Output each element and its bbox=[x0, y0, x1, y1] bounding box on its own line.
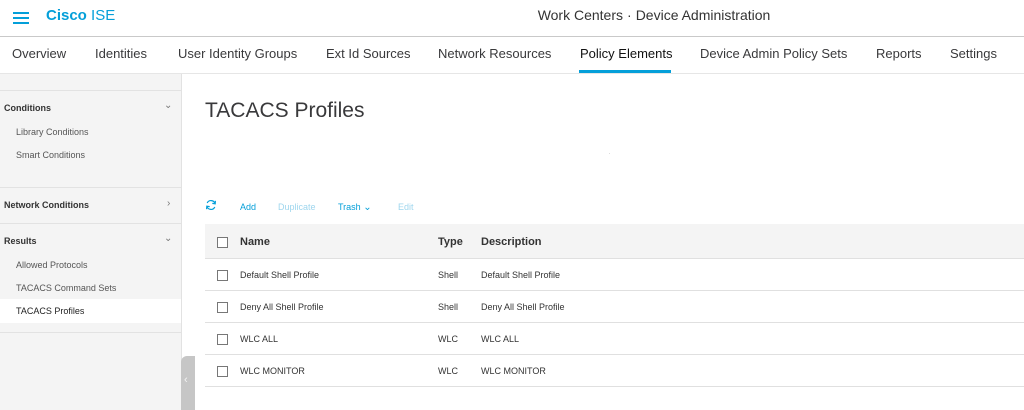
sidebar-item-tacacs-command-sets[interactable]: TACACS Command Sets bbox=[16, 283, 116, 293]
row-divider bbox=[205, 354, 1024, 355]
tab-identities[interactable]: Identities bbox=[95, 46, 147, 61]
add-button[interactable]: Add bbox=[240, 202, 256, 212]
trash-label: Trash bbox=[338, 202, 361, 212]
column-header-name[interactable]: Name bbox=[240, 236, 270, 248]
sidebar-divider bbox=[0, 332, 181, 333]
context-work-centers: Work Centers bbox=[537, 7, 624, 23]
column-header-description[interactable]: Description bbox=[481, 236, 542, 248]
row-name-link[interactable]: WLC ALL bbox=[240, 334, 278, 344]
tab-user-identity-groups[interactable]: User Identity Groups bbox=[178, 46, 297, 61]
row-description: WLC ALL bbox=[481, 334, 520, 344]
page-context-title: Work Centers · Device Administration bbox=[0, 7, 1024, 23]
tab-device-admin-policy-sets[interactable]: Device Admin Policy Sets bbox=[700, 46, 847, 61]
page-title: TACACS Profiles bbox=[205, 99, 365, 122]
row-divider bbox=[205, 322, 1024, 323]
sidebar: Conditions ⌄ Library Conditions Smart Co… bbox=[0, 74, 182, 410]
sidebar-item-library-conditions[interactable]: Library Conditions bbox=[16, 127, 89, 137]
chevron-down-icon[interactable]: ⌄ bbox=[164, 100, 172, 111]
row-checkbox[interactable] bbox=[217, 366, 228, 377]
sidebar-section-conditions[interactable]: Conditions bbox=[4, 103, 51, 113]
tab-policy-elements[interactable]: Policy Elements bbox=[580, 46, 672, 61]
trash-button[interactable]: Trash ⌄ bbox=[338, 202, 372, 213]
row-divider bbox=[205, 386, 1024, 387]
chevron-down-icon: ⌄ bbox=[363, 202, 372, 213]
sidebar-divider bbox=[0, 90, 181, 91]
row-checkbox[interactable] bbox=[217, 334, 228, 345]
tab-settings[interactable]: Settings bbox=[950, 46, 997, 61]
primary-nav: Overview Identities User Identity Groups… bbox=[0, 37, 1024, 74]
sidebar-item-allowed-protocols[interactable]: Allowed Protocols bbox=[16, 260, 88, 270]
row-checkbox[interactable] bbox=[217, 302, 228, 313]
chevron-right-icon[interactable]: › bbox=[167, 198, 170, 209]
context-separator: · bbox=[627, 7, 632, 23]
chevron-down-icon[interactable]: ⌄ bbox=[164, 233, 172, 244]
table-header bbox=[205, 224, 1024, 258]
context-device-admin: Device Administration bbox=[635, 7, 771, 23]
decorative-dot bbox=[609, 153, 610, 154]
refresh-icon[interactable] bbox=[205, 199, 217, 211]
row-name-link[interactable]: Default Shell Profile bbox=[240, 270, 319, 280]
row-description: Default Shell Profile bbox=[481, 270, 561, 280]
sidebar-collapse-handle[interactable]: ‹ bbox=[181, 356, 195, 410]
duplicate-button[interactable]: Duplicate bbox=[278, 202, 316, 212]
row-divider bbox=[205, 258, 1024, 259]
select-all-checkbox[interactable] bbox=[217, 237, 228, 248]
row-type: WLC bbox=[438, 366, 458, 376]
row-type: WLC bbox=[438, 334, 458, 344]
tab-network-resources[interactable]: Network Resources bbox=[438, 46, 551, 61]
row-type: Shell bbox=[438, 270, 459, 280]
top-bar: Cisco ISE Work Centers · Device Administra… bbox=[0, 0, 1024, 37]
edit-button[interactable]: Edit bbox=[398, 202, 414, 212]
sidebar-divider bbox=[0, 223, 181, 224]
sidebar-item-smart-conditions[interactable]: Smart Conditions bbox=[16, 150, 85, 160]
tab-reports[interactable]: Reports bbox=[876, 46, 922, 61]
row-name-link[interactable]: WLC MONITOR bbox=[240, 366, 305, 376]
sidebar-item-label: TACACS Profiles bbox=[16, 306, 85, 316]
row-checkbox[interactable] bbox=[217, 270, 228, 281]
sidebar-divider bbox=[0, 187, 181, 188]
sidebar-section-results[interactable]: Results bbox=[4, 236, 37, 246]
tab-ext-id-sources[interactable]: Ext Id Sources bbox=[326, 46, 411, 61]
row-divider bbox=[205, 290, 1024, 291]
row-name-link[interactable]: Deny All Shell Profile bbox=[240, 302, 324, 312]
active-tab-indicator bbox=[579, 70, 671, 73]
sidebar-section-network-conditions[interactable]: Network Conditions bbox=[4, 200, 89, 210]
chevron-left-icon: ‹ bbox=[184, 374, 188, 386]
column-header-type[interactable]: Type bbox=[438, 236, 463, 248]
row-description: Deny All Shell Profile bbox=[481, 302, 565, 312]
tab-overview[interactable]: Overview bbox=[12, 46, 66, 61]
row-type: Shell bbox=[438, 302, 459, 312]
row-description: WLC MONITOR bbox=[481, 366, 546, 376]
sidebar-item-tacacs-profiles[interactable]: TACACS Profiles bbox=[0, 299, 181, 323]
